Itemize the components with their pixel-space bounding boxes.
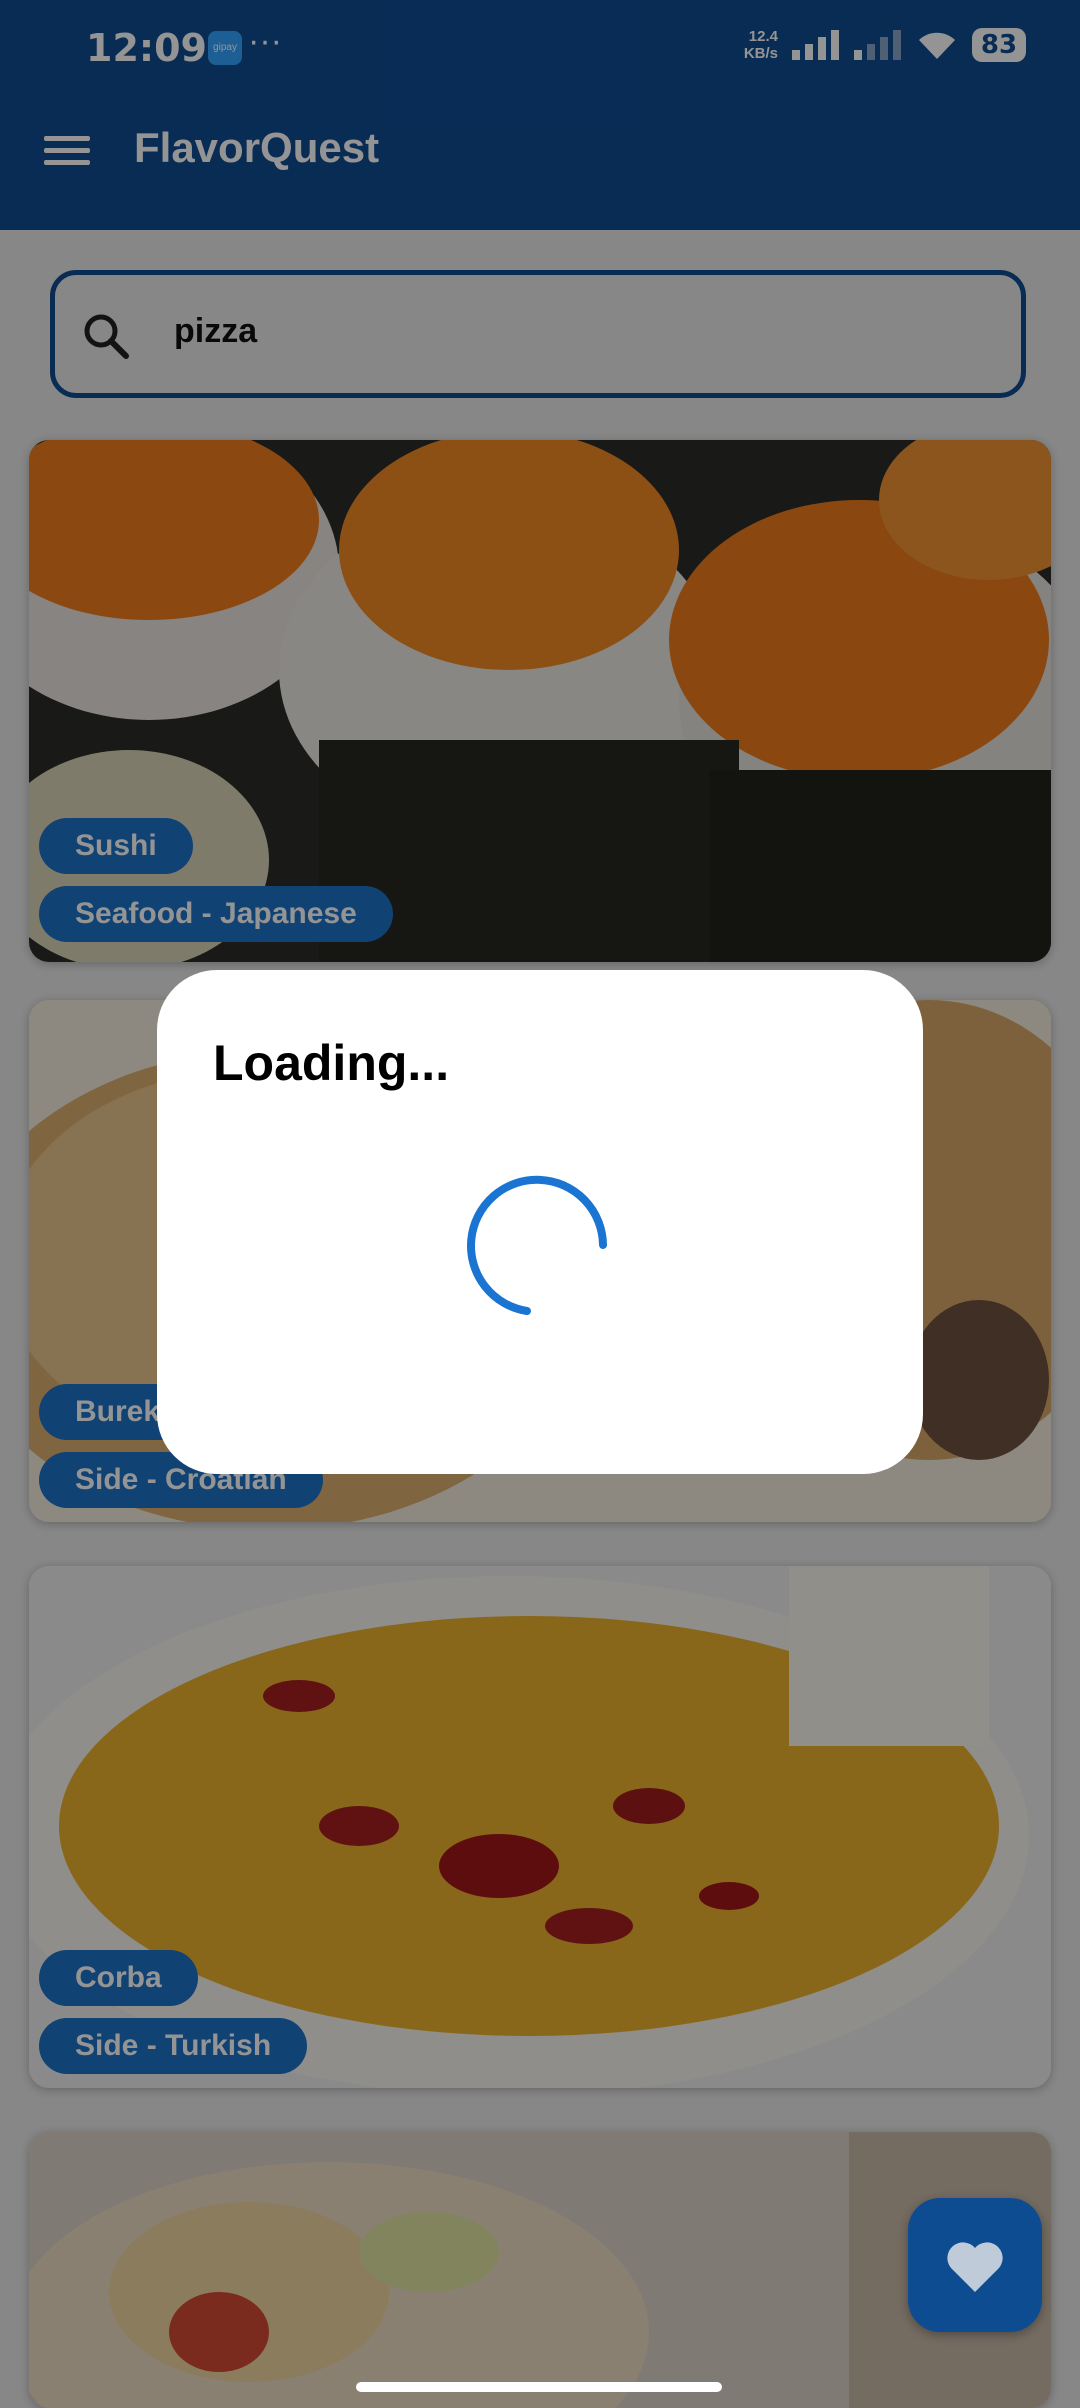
favorites-fab[interactable] (908, 2198, 1042, 2332)
home-indicator[interactable] (356, 2382, 722, 2392)
heart-icon (947, 2242, 1003, 2292)
loading-spinner-icon (467, 1175, 607, 1315)
dialog-title: Loading... (213, 1035, 450, 1091)
